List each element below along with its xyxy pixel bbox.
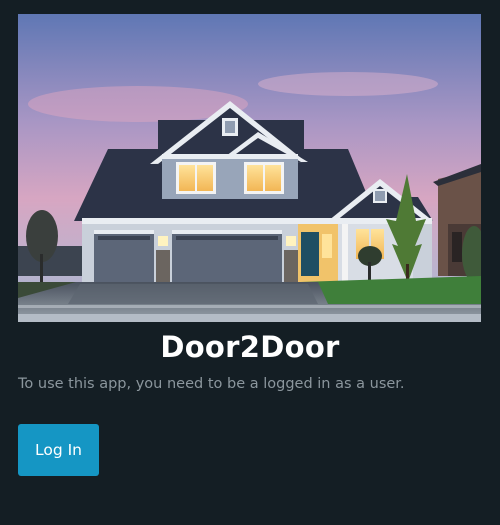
login-button[interactable]: Log In (18, 424, 99, 476)
app-title: Door2Door (160, 330, 340, 364)
login-required-message: To use this app, you need to be a logged… (18, 376, 405, 392)
hero-image (18, 14, 481, 322)
